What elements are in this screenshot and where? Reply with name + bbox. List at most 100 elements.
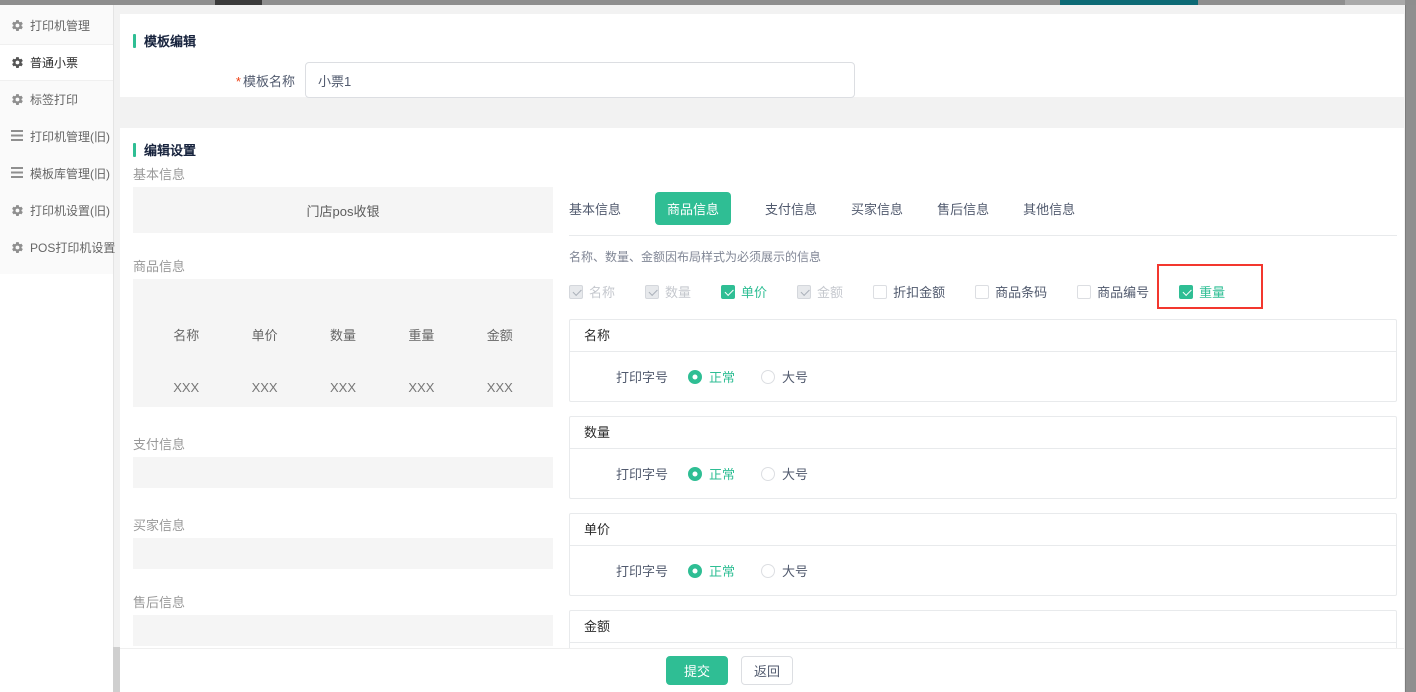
radio-normal[interactable]: 正常	[688, 561, 735, 580]
field-card-quantity: 数量 打印字号 正常 大号	[569, 416, 1397, 499]
preview-buyer-box[interactable]	[133, 538, 553, 569]
list-icon	[11, 130, 24, 143]
section-accent-bar	[133, 143, 136, 157]
checkbox-goods-number[interactable]: 商品编号	[1077, 282, 1149, 301]
checkbox-icon	[721, 285, 735, 299]
checkbox-icon	[645, 285, 659, 299]
goods-header-cell: 金额	[487, 325, 513, 344]
preview-section-goods: 商品信息 名称 单价 数量 重量 金额 XXX XXX	[133, 259, 553, 407]
goods-header-cell: 单价	[252, 325, 278, 344]
tab-strip-segment-dark	[215, 0, 262, 5]
radio-large[interactable]: 大号	[761, 561, 808, 580]
preview-section-basic: 基本信息 门店pos收银	[133, 167, 553, 233]
tab-aftersale-info[interactable]: 售后信息	[937, 199, 989, 218]
field-card-title: 数量	[570, 417, 1396, 449]
checkbox-weight[interactable]: 重量	[1179, 282, 1225, 301]
radio-normal[interactable]: 正常	[688, 367, 735, 386]
gear-icon	[11, 19, 24, 32]
checkbox-discount-amount[interactable]: 折扣金额	[873, 282, 945, 301]
preview-section-buyer: 买家信息	[133, 518, 553, 569]
goods-value-cell: XXX	[330, 380, 356, 395]
template-name-row: *模板名称	[133, 62, 1404, 98]
gear-icon	[11, 204, 24, 217]
field-card-unit-price: 单价 打印字号 正常 大号	[569, 513, 1397, 596]
tab-goods-info[interactable]: 商品信息	[655, 192, 731, 225]
checkbox-icon	[797, 285, 811, 299]
required-asterisk: *	[236, 74, 241, 89]
tab-buyer-info[interactable]: 买家信息	[851, 199, 903, 218]
sidebar-item-normal-receipt[interactable]: 普通小票	[0, 44, 113, 81]
card-gap	[120, 97, 1405, 128]
radio-normal[interactable]: 正常	[688, 464, 735, 483]
sidebar-item-pos-printer-settings[interactable]: POS打印机设置	[0, 229, 113, 266]
sidebar-item-printer-management-old[interactable]: 打印机管理(旧)	[0, 118, 113, 155]
template-name-input[interactable]	[305, 62, 855, 98]
sidebar-item-template-library-old[interactable]: 模板库管理(旧)	[0, 155, 113, 192]
template-edit-header: 模板编辑	[133, 31, 1404, 50]
sidebar-item-printer-management[interactable]: 打印机管理	[0, 7, 113, 44]
radio-large[interactable]: 大号	[761, 464, 808, 483]
vertical-scrollbar[interactable]	[1405, 5, 1416, 692]
info-tabs: 基本信息 商品信息 支付信息 买家信息 售后信息 其他信息	[569, 193, 1397, 223]
footer-action-bar: 提交 返回	[120, 648, 1404, 692]
app-window: 打印机管理 普通小票 标签打印 打印机管理(旧) 模板库管理(旧) 打印机设置(	[0, 5, 1405, 692]
goods-header-cell: 数量	[330, 325, 356, 344]
checkbox-quantity[interactable]: 数量	[645, 282, 691, 301]
goods-header-cell: 重量	[408, 325, 434, 344]
field-card-body: 打印字号 正常 大号	[570, 352, 1396, 401]
preview-aftersale-box[interactable]	[133, 615, 553, 646]
tabs-divider	[569, 235, 1397, 236]
tab-payment-info[interactable]: 支付信息	[765, 199, 817, 218]
gear-icon	[11, 241, 24, 254]
settings-panel: 基本信息 商品信息 支付信息 买家信息 售后信息 其他信息 名称、数量、金额因布…	[569, 167, 1404, 648]
radio-icon	[688, 564, 702, 578]
sidebar-item-label: 普通小票	[30, 54, 78, 71]
checkbox-icon	[569, 285, 583, 299]
preview-buyer-label: 买家信息	[133, 518, 553, 533]
sidebar-item-printer-settings-old[interactable]: 打印机设置(旧)	[0, 192, 113, 229]
tab-strip-segment-teal	[1060, 0, 1198, 5]
sidebar-item-label-print[interactable]: 标签打印	[0, 81, 113, 118]
gear-icon	[11, 93, 24, 106]
tab-strip-segment-light	[1345, 0, 1405, 5]
required-fields-note: 名称、数量、金额因布局样式为必须展示的信息	[569, 250, 1397, 265]
checkbox-icon	[975, 285, 989, 299]
goods-value-cell: XXX	[252, 380, 278, 395]
preview-goods-box[interactable]: 名称 单价 数量 重量 金额 XXX XXX XXX XXX	[133, 279, 553, 407]
sidebar-item-label: POS打印机设置	[30, 239, 115, 256]
checkbox-name[interactable]: 名称	[569, 282, 615, 301]
tab-other-info[interactable]: 其他信息	[1023, 199, 1075, 218]
radio-icon	[761, 564, 775, 578]
checkbox-amount[interactable]: 金额	[797, 282, 843, 301]
goods-header-cell: 名称	[173, 325, 199, 344]
preview-basic-content: 门店pos收银	[307, 201, 380, 220]
field-checkbox-row: 名称 数量 单价 金额	[569, 282, 1397, 301]
template-edit-card: 模板编辑 *模板名称	[120, 14, 1404, 97]
back-button[interactable]: 返回	[741, 656, 793, 685]
browser-edge-strip	[0, 0, 1416, 5]
field-card-amount: 金额 打印字号 正常 大号	[569, 610, 1397, 648]
field-card-title: 金额	[570, 611, 1396, 643]
checkbox-goods-barcode[interactable]: 商品条码	[975, 282, 1047, 301]
sidebar-scrollbar-thumb[interactable]	[113, 647, 120, 692]
preview-basic-box[interactable]: 门店pos收银	[133, 187, 553, 233]
preview-goods-header-row: 名称 单价 数量 重量 金额	[147, 325, 539, 344]
field-card-title: 单价	[570, 514, 1396, 546]
preview-basic-label: 基本信息	[133, 167, 553, 182]
preview-payment-box[interactable]	[133, 457, 553, 488]
sidebar-item-label: 打印机管理	[30, 17, 90, 34]
radio-icon	[761, 467, 775, 481]
sidebar-item-label: 打印机设置(旧)	[30, 202, 110, 219]
goods-value-cell: XXX	[408, 380, 434, 395]
receipt-preview: 基本信息 门店pos收银 商品信息 名称 单价 数量 重量	[133, 167, 553, 648]
section-accent-bar	[133, 34, 136, 48]
submit-button[interactable]: 提交	[666, 656, 728, 685]
section-title: 编辑设置	[144, 140, 196, 159]
gear-icon	[11, 56, 24, 69]
radio-large[interactable]: 大号	[761, 367, 808, 386]
checkbox-icon	[1077, 285, 1091, 299]
preview-section-payment: 支付信息	[133, 437, 553, 488]
checkbox-unit-price[interactable]: 单价	[721, 282, 767, 301]
tab-basic-info[interactable]: 基本信息	[569, 199, 621, 218]
radio-icon	[688, 467, 702, 481]
